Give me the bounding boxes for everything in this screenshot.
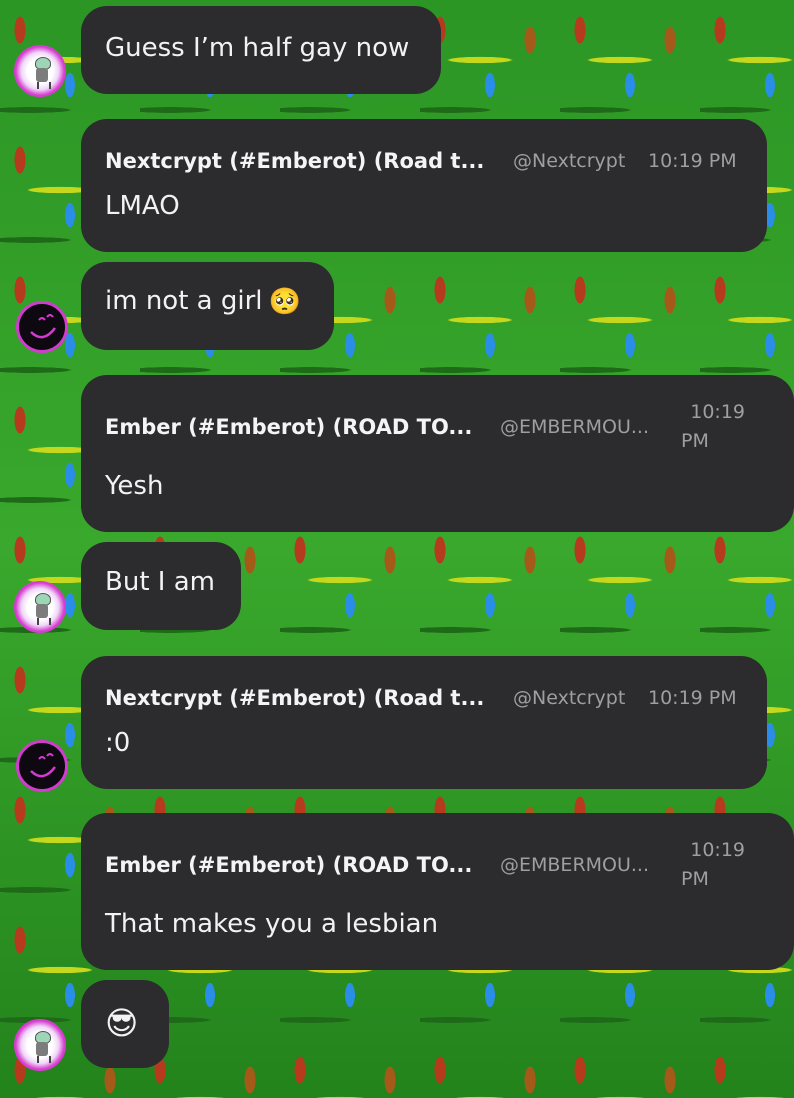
- message-time: 10:19 PM: [681, 839, 745, 890]
- sunglasses-face-icon: 😎: [105, 1004, 139, 1042]
- smiley-avatar[interactable]: [16, 740, 68, 792]
- message-text: But I am: [105, 567, 215, 597]
- message-bubble[interactable]: Ember (#Emberot) (ROAD TO... @EMBERMOU..…: [81, 375, 794, 532]
- message-text: im not a girl 🥺: [105, 286, 301, 317]
- message-text: That makes you a lesbian: [105, 909, 439, 939]
- smile-icon: [30, 314, 56, 339]
- message-author[interactable]: Ember (#Emberot) (ROAD TO...: [105, 415, 472, 439]
- pleading-face-icon: 🥺: [268, 286, 301, 317]
- message-text: Yesh: [105, 471, 164, 501]
- message-handle: @EMBERMOU...: [500, 854, 650, 876]
- message-time: 10:19 PM: [681, 401, 745, 452]
- smile-icon: [30, 753, 56, 778]
- message-handle: @Nextcrypt: [513, 687, 626, 709]
- message-handle: @EMBERMOU...: [500, 416, 650, 438]
- message-author[interactable]: Nextcrypt (#Emberot) (Road t...: [105, 686, 484, 710]
- message-bubble[interactable]: Nextcrypt (#Emberot) (Road t... @Nextcry…: [81, 656, 767, 789]
- smiley-avatar[interactable]: [16, 301, 68, 353]
- alien-avatar[interactable]: [14, 45, 66, 97]
- alien-avatar[interactable]: [14, 581, 66, 633]
- message-text: :0: [105, 728, 131, 758]
- message-time: 10:19 PM: [648, 150, 737, 172]
- message-bubble[interactable]: im not a girl 🥺: [81, 262, 334, 350]
- message-bubble[interactable]: Ember (#Emberot) (ROAD TO... @EMBERMOU..…: [81, 813, 794, 970]
- message-bubble[interactable]: Nextcrypt (#Emberot) (Road t... @Nextcry…: [81, 119, 767, 252]
- message-text: Guess I’m half gay now: [105, 33, 410, 63]
- message-author[interactable]: Nextcrypt (#Emberot) (Road t...: [105, 149, 484, 173]
- message-time: 10:19 PM: [648, 687, 737, 709]
- chat-screen: { "messages": [ {"type": "plain", "text"…: [0, 0, 794, 1098]
- message-bubble[interactable]: But I am: [81, 542, 241, 630]
- alien-avatar[interactable]: [14, 1019, 66, 1071]
- message-handle: @Nextcrypt: [513, 150, 626, 172]
- message-author[interactable]: Ember (#Emberot) (ROAD TO...: [105, 853, 472, 877]
- message-text: LMAO: [105, 191, 180, 221]
- message-bubble[interactable]: Guess I’m half gay now: [81, 6, 441, 94]
- message-bubble[interactable]: 😎: [81, 980, 169, 1068]
